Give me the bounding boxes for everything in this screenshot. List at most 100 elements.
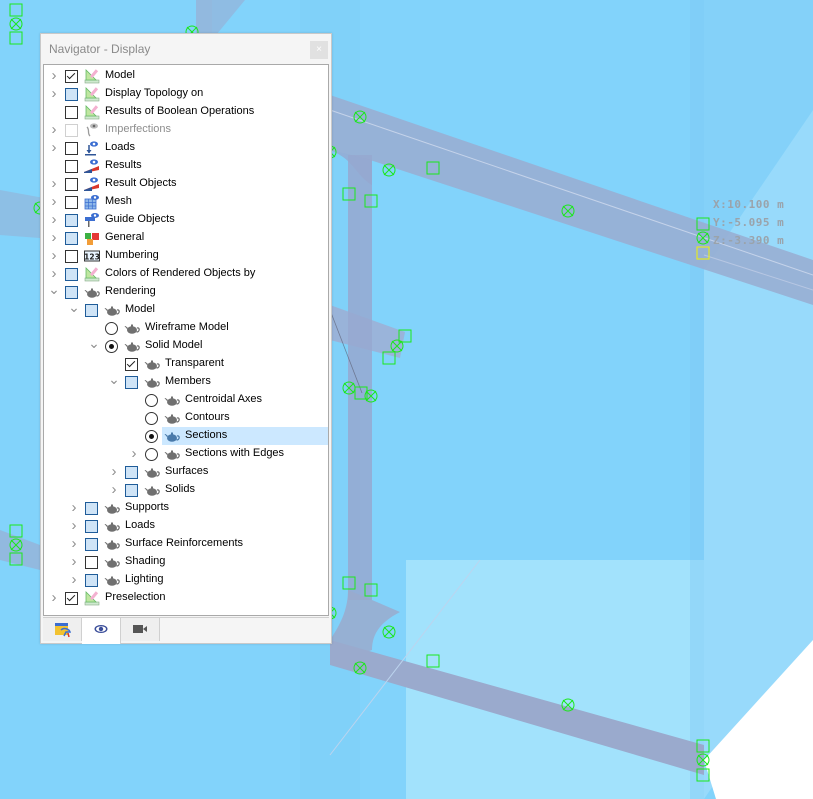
close-button[interactable]: × [310,41,328,59]
tree-item[interactable]: › General [44,229,328,247]
checkbox[interactable] [65,286,78,299]
chevron-right-icon[interactable]: › [128,446,140,462]
checkbox[interactable] [85,304,98,317]
chevron-right-icon[interactable]: › [48,122,60,138]
chevron-right-icon[interactable]: › [68,536,80,552]
model-ruler-icon [84,104,100,120]
checkbox[interactable] [85,574,98,587]
tree-item[interactable]: ⌄ Solid Model [44,336,328,355]
tree-item[interactable]: › Model [44,67,328,85]
tree-item[interactable]: › Lighting [44,571,328,589]
checkbox[interactable] [65,88,78,101]
display-tree[interactable]: › Model › Display Topology on Results of Boo… [43,64,329,616]
teapot-icon [124,338,140,354]
chevron-right-icon[interactable]: › [48,248,60,264]
checkbox[interactable] [85,538,98,551]
checkbox[interactable] [65,160,78,173]
chevron-right-icon[interactable]: › [68,572,80,588]
chevron-down-icon[interactable]: ⌄ [48,282,60,300]
checkbox[interactable] [65,142,78,155]
tree-item[interactable]: › Colors of Rendered Objects by [44,265,328,283]
chevron-right-icon[interactable]: › [48,590,60,606]
chevron-down-icon[interactable]: ⌄ [88,336,100,354]
chevron-right-icon[interactable]: › [48,230,60,246]
data-tab[interactable] [43,618,82,641]
tree-item[interactable]: › Surfaces [44,463,328,481]
radio-button[interactable] [145,448,158,461]
chevron-right-icon[interactable]: › [108,482,120,498]
tree-item[interactable]: › Loads [44,517,328,535]
chevron-right-icon[interactable]: › [108,464,120,480]
checkbox[interactable] [65,214,78,227]
chevron-right-icon[interactable]: › [48,212,60,228]
chevron-right-icon[interactable]: › [48,86,60,102]
radio-button[interactable] [145,412,158,425]
checkbox[interactable] [65,70,78,83]
checkbox[interactable] [125,358,138,371]
tree-item[interactable]: Sections [44,427,328,445]
navigator-titlebar[interactable]: Navigator - Display × [41,34,331,64]
checkbox[interactable] [125,376,138,389]
checkbox[interactable] [125,466,138,479]
checkbox[interactable] [65,106,78,119]
radio-button[interactable] [145,394,158,407]
results-eye-icon [84,176,100,192]
tree-item-label: Lighting [125,573,164,585]
checkbox[interactable] [65,196,78,209]
checkbox[interactable] [85,502,98,515]
chevron-right-icon[interactable]: › [48,176,60,192]
coord-x: X:10.100 m [713,198,785,211]
chevron-right-icon[interactable]: › [68,500,80,516]
tree-item-label: Contours [185,411,230,423]
chevron-right-icon[interactable]: › [48,140,60,156]
checkbox[interactable] [85,556,98,569]
tree-item[interactable]: › Display Topology on [44,85,328,103]
tree-item-label: Model [105,69,135,81]
tree-item[interactable]: Transparent [44,355,328,373]
tree-item[interactable]: ⌄ Model [44,300,328,319]
checkbox[interactable] [65,592,78,605]
tree-item[interactable]: ⌄ Members [44,372,328,391]
display-tab[interactable] [82,618,121,644]
radio-button[interactable] [145,430,158,443]
tree-item[interactable]: Contours [44,409,328,427]
chevron-right-icon[interactable]: › [48,266,60,282]
tree-item[interactable]: › Sections with Edges [44,445,328,463]
tree-item[interactable]: Results of Boolean Operations [44,103,328,121]
checkbox[interactable] [65,178,78,191]
views-tab[interactable] [121,618,160,641]
tree-item[interactable]: › Result Objects [44,175,328,193]
checkbox[interactable] [65,232,78,245]
tree-item[interactable]: › Imperfections [44,121,328,139]
radio-button[interactable] [105,340,118,353]
tree-item[interactable]: › Loads [44,139,328,157]
radio-button[interactable] [105,322,118,335]
tree-item[interactable]: › Surface Reinforcements [44,535,328,553]
checkbox[interactable] [125,484,138,497]
model-ruler-icon [84,86,100,102]
chevron-right-icon[interactable]: › [68,518,80,534]
tree-item[interactable]: Results [44,157,328,175]
cursor-coordinates: X:10.100 m Y:-5.095 m Z:-3.390 m [713,196,784,250]
chevron-down-icon[interactable]: ⌄ [108,372,120,390]
tree-item-label: Preselection [105,591,166,603]
tree-item[interactable]: › Mesh [44,193,328,211]
checkbox[interactable] [65,124,78,137]
tree-item[interactable]: › Preselection [44,589,328,607]
chevron-right-icon[interactable]: › [48,194,60,210]
tree-item[interactable]: › Guide Objects [44,211,328,229]
chevron-right-icon[interactable]: › [48,68,60,84]
checkbox[interactable] [65,250,78,263]
tree-item[interactable]: › Shading [44,553,328,571]
tree-item[interactable]: › Solids [44,481,328,499]
tree-item[interactable]: ⌄ Rendering [44,282,328,301]
tree-item[interactable]: Wireframe Model [44,319,328,337]
chevron-down-icon[interactable]: ⌄ [68,300,80,318]
tree-item-label: Members [165,375,211,387]
tree-item[interactable]: Centroidal Axes [44,391,328,409]
chevron-right-icon[interactable]: › [68,554,80,570]
checkbox[interactable] [85,520,98,533]
checkbox[interactable] [65,268,78,281]
tree-item[interactable]: › 123 Numbering [44,247,328,265]
tree-item[interactable]: › Supports [44,499,328,517]
